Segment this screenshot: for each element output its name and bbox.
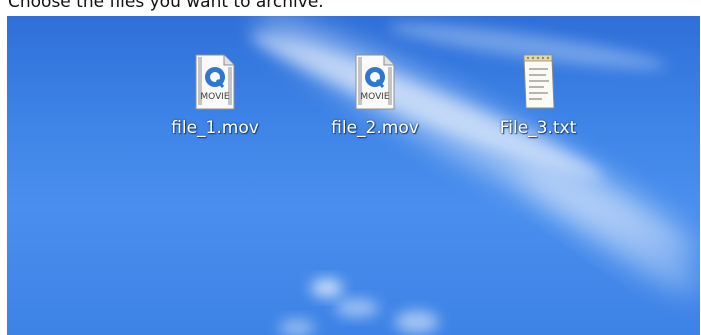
desktop-icon-file-1[interactable]: MOVIE file_1.mov (155, 54, 275, 138)
desktop-icon-label: file_2.mov (331, 118, 419, 138)
instruction-text: Choose the files you want to archive. (8, 0, 324, 12)
desktop-icon-file-2[interactable]: MOVIE file_2.mov (315, 54, 435, 138)
desktop-icon-label: File_3.txt (499, 118, 577, 138)
movie-badge-text: MOVIE (200, 92, 230, 102)
movie-badge: MOVIE (360, 92, 390, 102)
text-document-icon (523, 54, 555, 109)
movie-badge: MOVIE (200, 92, 230, 102)
desktop-icon-label: file_1.mov (171, 118, 259, 138)
desktop[interactable]: MOVIE file_1.mov MOVIE file_2.mov File_3… (7, 16, 700, 335)
movie-badge-text: MOVIE (360, 92, 390, 102)
desktop-icon-file-3[interactable]: File_3.txt (478, 54, 598, 138)
